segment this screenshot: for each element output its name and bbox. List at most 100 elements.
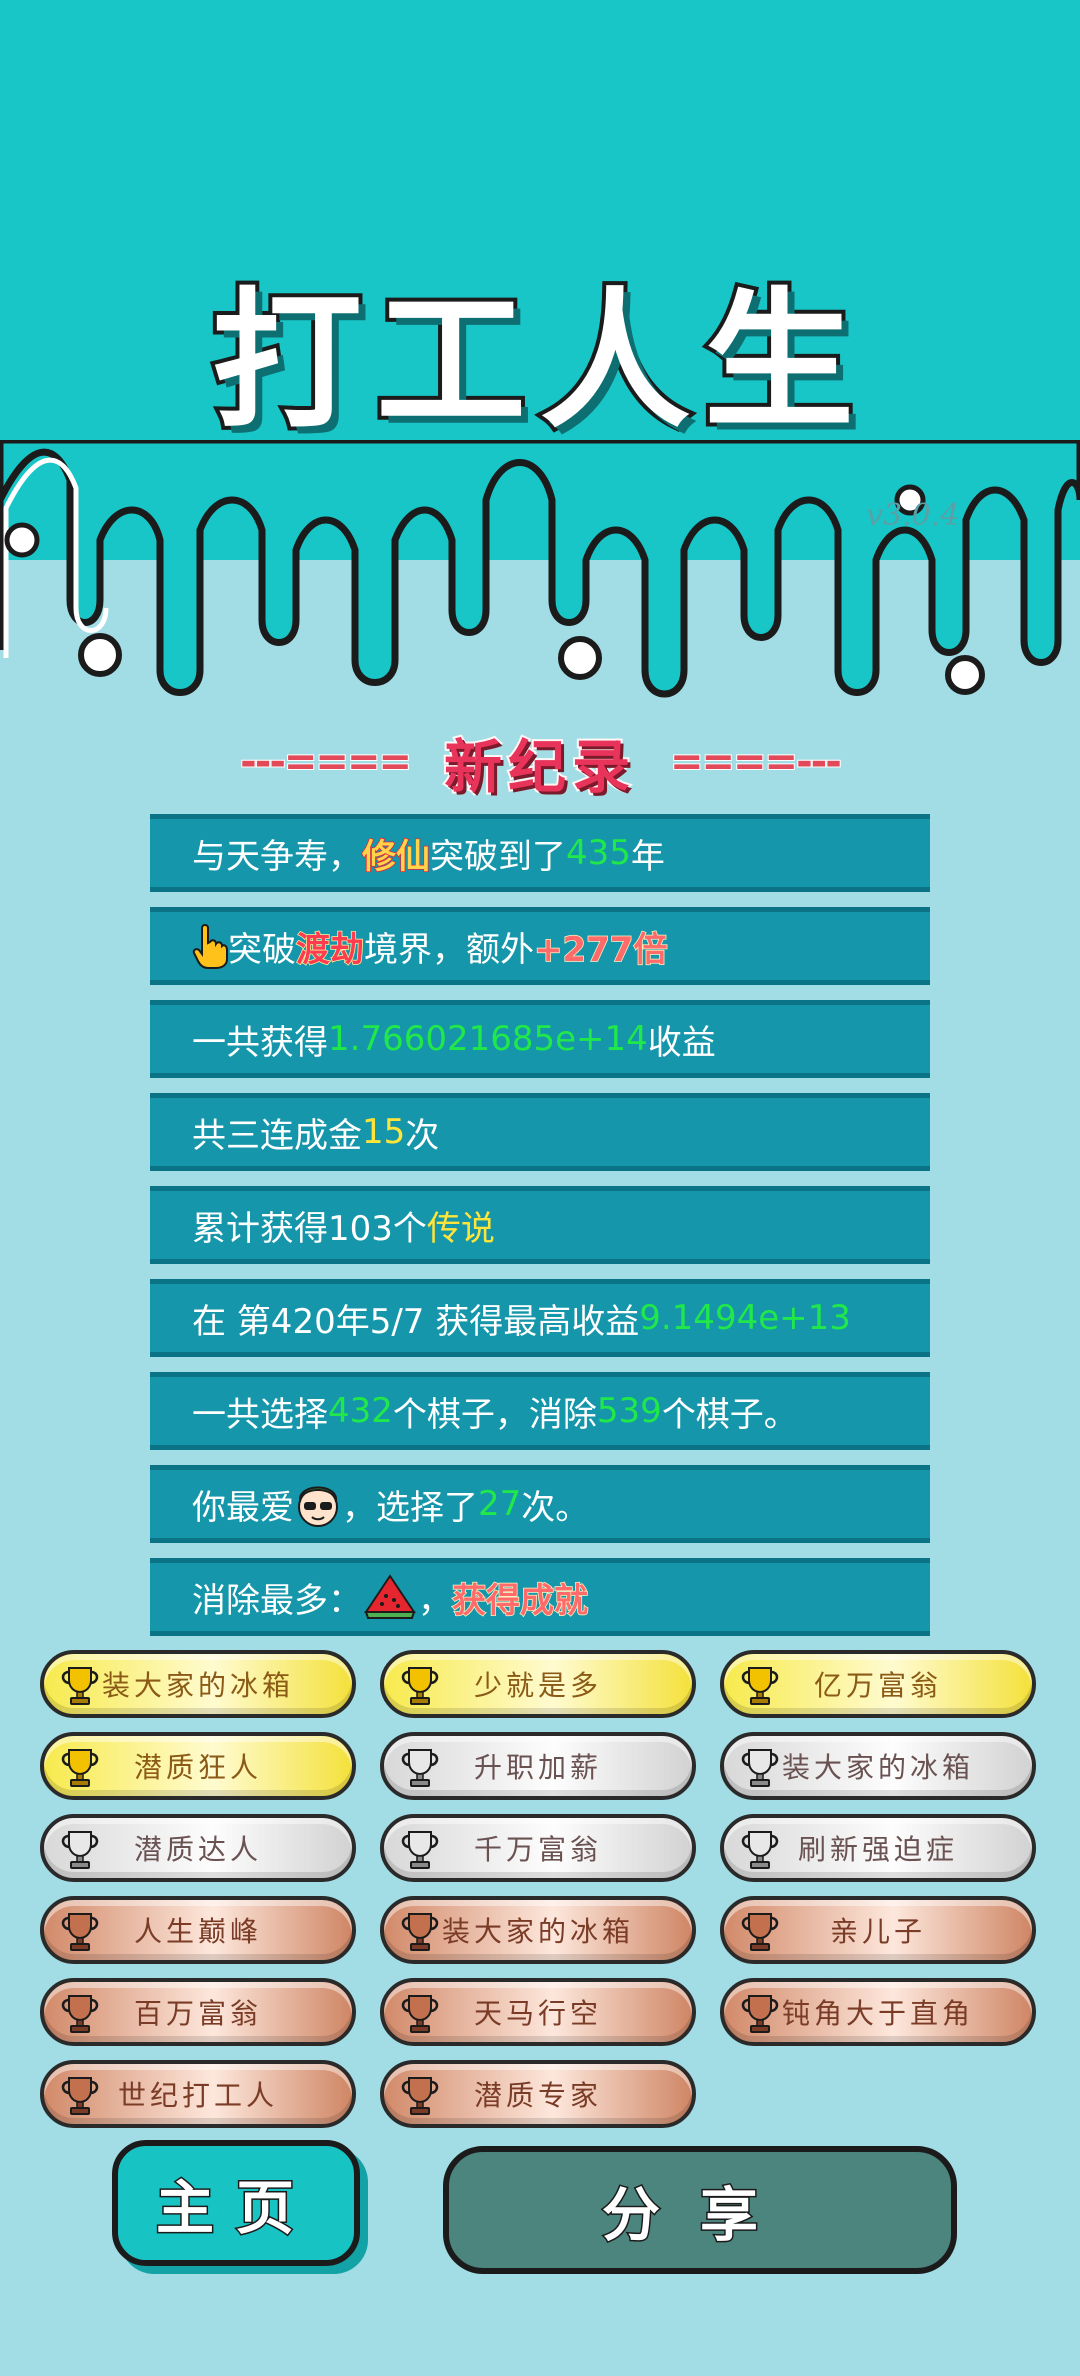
stat-highlight: 传说 (426, 1208, 495, 1249)
achievement-label: 天马行空 (473, 1997, 602, 2030)
achievement-label: 钝角大于直角 (781, 1997, 974, 2030)
avatar-glasses-icon (298, 1486, 338, 1527)
trophy-icon (61, 1667, 99, 1705)
stat-row-most-removed: 消除最多： ， 获得成就 (150, 1558, 930, 1636)
achievement-label: 世纪打工人 (117, 2079, 278, 2112)
achievement-badge[interactable]: 潜质达人 (40, 1814, 356, 1882)
stat-row-legend: 累计获得103个 传说 (150, 1186, 930, 1264)
stat-text: 突破 (228, 929, 296, 970)
stat-text: 一共获得 (192, 1022, 328, 1063)
achievement-badge[interactable]: 钝角大于直角 (720, 1978, 1036, 2046)
achievement-label: 百万富翁 (133, 1997, 262, 2030)
achievement-label: 亿万富翁 (813, 1669, 942, 1702)
stat-row-favorite: 你最爱 ，选择了 27 次。 (150, 1465, 930, 1543)
achievement-badge[interactable]: 少就是多 (380, 1650, 696, 1718)
achievement-badge[interactable]: 装大家的冰箱 (40, 1650, 356, 1718)
trophy-icon (741, 1749, 779, 1787)
achievement-label: 潜质达人 (133, 1833, 262, 1866)
trophy-icon (401, 2077, 439, 2115)
achievement-badge[interactable]: 潜质狂人 (40, 1732, 356, 1800)
stat-row-pieces: 一共选择 432 个棋子，消除 539 个棋子。 (150, 1372, 930, 1450)
share-button[interactable]: 分享 (443, 2146, 957, 2274)
stat-text: 个棋子，消除 (392, 1394, 597, 1435)
stat-value: 432 (328, 1391, 393, 1431)
stat-text: 收益 (647, 1022, 716, 1063)
stat-text: 消除最多： (192, 1580, 362, 1621)
deco-left: ---==== (239, 738, 413, 786)
stat-row-realm: 突破 渡劫 境界，额外 +277倍 (150, 907, 930, 985)
stat-text: 一共选择 (192, 1394, 328, 1435)
app-title: 打工人生 (208, 271, 868, 453)
achievement-badge[interactable]: 潜质专家 (380, 2060, 696, 2128)
version-label: v3.0.4 (866, 498, 960, 533)
achievements-grid: 装大家的冰箱 少就是多 亿万富翁 潜质狂人 升职加薪 装大家的冰箱 潜质达人 千万富翁 刷新强迫… (40, 1650, 1040, 2128)
stat-text: 与天争寿， (192, 836, 362, 877)
achievement-label: 装大家的冰箱 (101, 1669, 294, 1702)
achievement-badge[interactable]: 天马行空 (380, 1978, 696, 2046)
achievement-label: 潜质狂人 (133, 1751, 262, 1784)
trophy-icon (61, 1913, 99, 1951)
trophy-icon (61, 1831, 99, 1869)
stat-value: 539 (596, 1391, 662, 1431)
achievement-label: 装大家的冰箱 (441, 1915, 634, 1948)
achievement-badge[interactable]: 装大家的冰箱 (380, 1896, 696, 1964)
stat-value: +277倍 (533, 929, 668, 971)
achievement-label: 亲儿子 (829, 1915, 926, 1948)
stat-row-best-income: 在 第420年5/7 获得最高收益 9.1494e+13 (150, 1279, 930, 1357)
stat-row-lifespan: 与天争寿， 修仙 突破到了 435 年 (150, 814, 930, 892)
achievement-label: 千万富翁 (473, 1833, 602, 1866)
stat-row-income: 一共获得 1.766021685e+14 收益 (150, 1000, 930, 1078)
achievement-badge[interactable]: 千万富翁 (380, 1814, 696, 1882)
stat-highlight: 修仙 (361, 836, 431, 878)
trophy-icon (61, 1749, 99, 1787)
stat-text: 个棋子。 (661, 1394, 798, 1435)
trophy-icon (401, 1667, 439, 1705)
stat-text: ，选择了 (342, 1487, 478, 1528)
new-record-header: ---==== 新纪录 ====--- (0, 722, 1080, 803)
trophy-icon (401, 1995, 439, 2033)
stat-text: 共三连成金 (192, 1115, 362, 1156)
home-button[interactable]: 主页 (112, 2140, 360, 2266)
stat-value: 15 (362, 1112, 406, 1152)
trophy-icon (401, 1913, 439, 1951)
deco-right: ====--- (669, 738, 843, 786)
stat-text: 你最爱 (192, 1487, 294, 1528)
achievement-label: 装大家的冰箱 (781, 1751, 974, 1784)
drip-wave-decoration (0, 440, 1080, 698)
stat-text: 在 第420年5/7 获得最高收益 (192, 1301, 640, 1342)
new-record-title: 新纪录 (442, 731, 636, 803)
stat-value: 9.1494e+13 (639, 1298, 851, 1338)
achievement-badge[interactable]: 升职加薪 (380, 1732, 696, 1800)
trophy-icon (401, 1749, 439, 1787)
achievement-label: 少就是多 (473, 1669, 602, 1702)
trophy-icon (741, 1831, 779, 1869)
stat-text: 次。 (521, 1487, 590, 1528)
stat-text: 次 (405, 1115, 440, 1156)
stats-list: 与天争寿， 修仙 突破到了 435 年 突破 渡劫 境界，额外 +277倍 一共… (150, 814, 930, 1651)
stat-highlight: 渡劫 (295, 929, 365, 971)
achievement-badge[interactable]: 世纪打工人 (40, 2060, 356, 2128)
achievement-label: 人生巅峰 (133, 1915, 262, 1948)
stat-text: ， (418, 1580, 452, 1621)
achievement-badge[interactable]: 百万富翁 (40, 1978, 356, 2046)
achievement-badge[interactable]: 亿万富翁 (720, 1650, 1036, 1718)
trophy-icon (401, 1831, 439, 1869)
trophy-icon (741, 1995, 779, 2033)
achievement-label: 潜质专家 (473, 2079, 602, 2112)
achievement-badge[interactable]: 人生巅峰 (40, 1896, 356, 1964)
stat-text: 突破到了 (430, 836, 566, 877)
trophy-icon (741, 1913, 779, 1951)
trophy-icon (61, 1995, 99, 2033)
achievement-badge[interactable]: 亲儿子 (720, 1896, 1036, 1964)
achievement-badge[interactable]: 装大家的冰箱 (720, 1732, 1036, 1800)
achievement-badge[interactable]: 刷新强迫症 (720, 1814, 1036, 1882)
stat-value: 1.766021685e+14 (328, 1019, 648, 1059)
stat-text: 年 (630, 836, 665, 877)
stat-value: 27 (478, 1484, 522, 1524)
hand-pointer-icon (192, 924, 228, 969)
stat-text: 境界，额外 (364, 929, 534, 970)
trophy-icon (61, 2077, 99, 2115)
stat-text: 累计获得103个 (192, 1208, 427, 1249)
achievement-label: 刷新强迫症 (797, 1833, 958, 1866)
stat-row-triple: 共三连成金 15 次 (150, 1093, 930, 1171)
